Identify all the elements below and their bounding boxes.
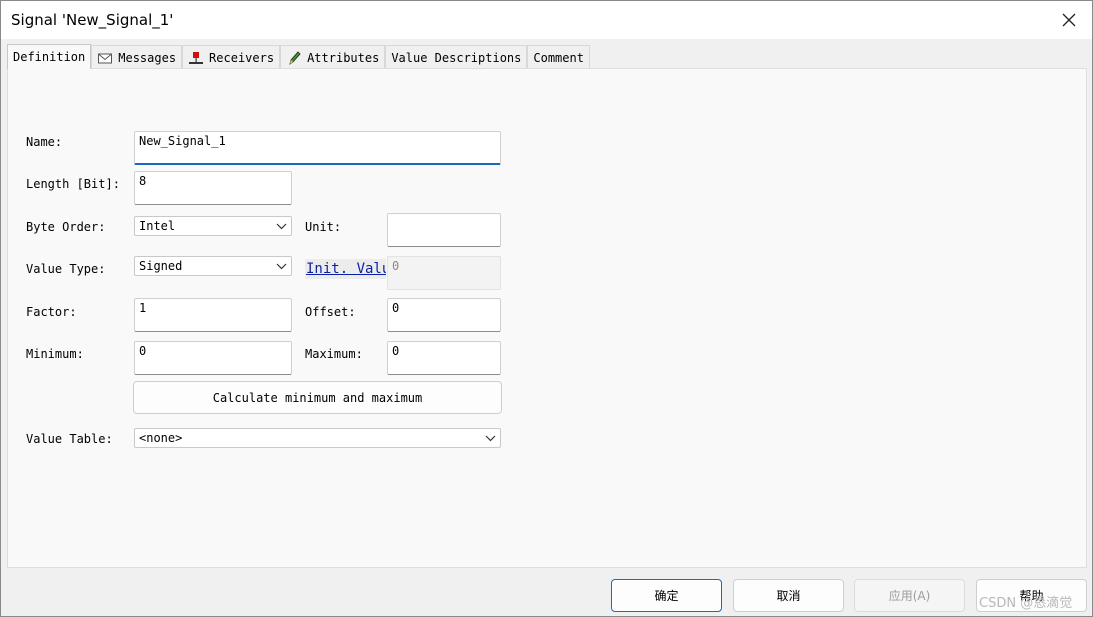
signal-dialog: Signal 'New_Signal_1' Definition Message… (0, 0, 1093, 617)
maximum-field[interactable]: 0 (387, 341, 501, 375)
apply-button[interactable]: 应用(A) (854, 579, 965, 612)
definition-panel: Name: New_Signal_1 Length [Bit]: 8 Byte … (7, 68, 1087, 568)
tab-comment[interactable]: Comment (527, 45, 590, 69)
offset-label: Offset: (305, 305, 356, 319)
tab-value-descriptions[interactable]: Value Descriptions (385, 45, 528, 69)
tab-label: Messages (118, 50, 177, 65)
tab-label: Definition (13, 50, 86, 64)
envelope-icon (98, 53, 113, 63)
length-field[interactable]: 8 (134, 171, 292, 205)
minimum-label: Minimum: (26, 347, 84, 361)
unit-label: Unit: (305, 220, 342, 234)
byte-order-label: Byte Order: (26, 220, 106, 234)
close-button[interactable] (1046, 1, 1092, 39)
node-flag-icon (189, 51, 204, 64)
chevron-down-icon (276, 223, 287, 229)
tab-attributes[interactable]: Attributes (280, 45, 386, 69)
pencil-icon (289, 50, 301, 65)
value-table-value: <none> (139, 431, 183, 445)
name-label: Name: (26, 135, 63, 149)
byte-order-select[interactable]: Intel (134, 216, 292, 236)
value-table-select[interactable]: <none> (134, 428, 501, 448)
value-type-label: Value Type: (26, 262, 106, 276)
unit-field[interactable] (387, 213, 501, 247)
name-field[interactable]: New_Signal_1 (134, 131, 501, 165)
chevron-down-icon (485, 435, 496, 441)
close-icon (1062, 13, 1076, 27)
tab-label: Comment (533, 50, 584, 65)
watermark: CSDN @恳滴觉 (979, 596, 1073, 611)
calculate-min-max-button[interactable]: Calculate minimum and maximum (133, 381, 502, 414)
title-bar: Signal 'New_Signal_1' (1, 1, 1092, 39)
maximum-label: Maximum: (305, 347, 363, 361)
chevron-down-icon (276, 263, 287, 269)
tab-messages[interactable]: Messages (91, 45, 183, 69)
factor-field[interactable]: 1 (134, 298, 292, 332)
factor-label: Factor: (26, 305, 77, 319)
value-type-select[interactable]: Signed (134, 256, 292, 276)
ok-button[interactable]: 确定 (611, 579, 722, 612)
byte-order-value: Intel (139, 219, 176, 233)
tab-receivers[interactable]: Receivers (182, 45, 281, 69)
value-table-label: Value Table: (26, 432, 113, 446)
tab-label: Receivers (209, 50, 275, 65)
tab-label: Value Descriptions (391, 50, 522, 65)
value-type-value: Signed (139, 259, 183, 273)
length-label: Length [Bit]: (26, 177, 120, 191)
tab-label: Attributes (307, 50, 380, 65)
cancel-button[interactable]: 取消 (733, 579, 844, 612)
init-value-link[interactable]: Init. Valu (305, 259, 386, 279)
init-value-field[interactable]: 0 (387, 256, 501, 290)
window-title: Signal 'New_Signal_1' (11, 11, 174, 29)
tab-definition[interactable]: Definition (7, 44, 92, 69)
tab-strip: Definition Messages Receivers Attributes… (7, 44, 590, 69)
minimum-field[interactable]: 0 (134, 341, 292, 375)
offset-field[interactable]: 0 (387, 298, 501, 332)
